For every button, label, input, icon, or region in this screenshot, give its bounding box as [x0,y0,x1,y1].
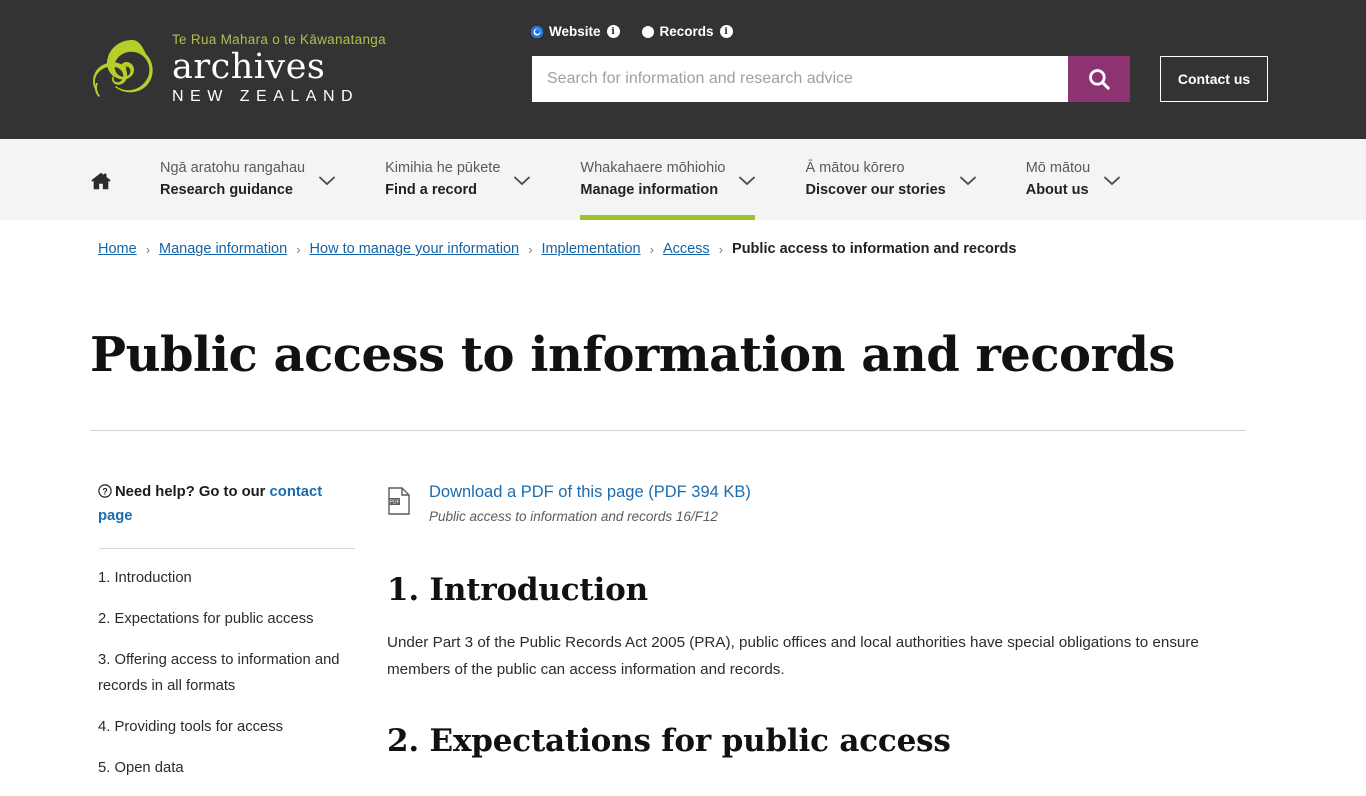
nav-item-1-mi: Kimihia he pūkete [385,160,501,177]
contact-us-button[interactable]: Contact us [1160,56,1268,102]
radio-records[interactable] [641,25,654,38]
search-mode-records-label: Records [659,24,714,39]
page-title: Public access to information and records [90,327,1175,383]
pdf-download-block: PDF Download a PDF of this page (PDF 394… [387,481,1257,526]
breadcrumb-item-access[interactable]: Access [663,241,710,257]
section-heading-introduction: 1. Introduction [387,572,648,609]
nav-item-4-en: About us [1025,181,1089,198]
search-submit-button[interactable] [1068,56,1130,102]
home-icon [91,172,111,189]
nav-item-0-en: Research guidance [160,181,293,198]
search-mode-records[interactable]: Records i [641,24,733,39]
title-divider [90,430,1246,431]
toc-item-2[interactable]: 2. Expectations for public access [98,606,356,632]
nav-item-3-en: Discover our stories [805,181,946,198]
toc-item-3[interactable]: 3. Offering access to information and re… [98,647,356,699]
breadcrumb-item-implementation[interactable]: Implementation [541,241,640,257]
logo-country: NEW ZEALAND [172,87,360,105]
nav-item-3-mi: Ā mātou kōrero [805,160,905,177]
nav-home-link[interactable] [90,139,130,220]
toc-item-4[interactable]: 4. Providing tools for access [98,714,356,740]
search-input[interactable] [532,56,1068,102]
sidebar-divider [99,547,355,549]
sidebar: ? Need help? Go to our contact page 1. I… [98,481,356,796]
logo-wordmark: archives [172,47,326,88]
nav-item-2-mi: Whakahaere mōhiohio [580,160,726,177]
breadcrumb: Home › Manage information › How to manag… [98,241,1016,257]
breadcrumb-item-current: Public access to information and records [732,241,1017,257]
search-mode-group: Website i Records i [531,24,733,39]
main-content: PDF Download a PDF of this page (PDF 394… [387,481,1257,761]
main-navigation: Ngā aratohu rangahau Research guidance K… [0,139,1366,220]
breadcrumb-separator: › [528,241,533,257]
section-heading-expectations: 2. Expectations for public access [387,723,951,760]
question-circle-icon: ? [98,484,112,498]
chevron-down-icon[interactable] [319,176,336,186]
site-header: Te Rua Mahara o te Kāwanatanga archives … [0,0,1366,139]
chevron-down-icon[interactable] [959,176,976,186]
nav-item-research-guidance[interactable]: Ngā aratohu rangahau Research guidance [160,139,355,220]
search-icon [1089,69,1110,90]
need-help-block: ? Need help? Go to our contact page [98,481,356,529]
search-mode-website-label: Website [549,24,601,39]
chevron-down-icon[interactable] [739,176,756,186]
nav-item-about-us[interactable]: Mō mātou About us [1026,139,1140,220]
breadcrumb-item-manage-information[interactable]: Manage information [159,241,287,257]
section-paragraph-introduction: Under Part 3 of the Public Records Act 2… [387,634,1199,679]
breadcrumb-item-how-to-manage-your-information[interactable]: How to manage your information [310,241,520,257]
toc-item-1[interactable]: 1. Introduction [98,565,356,591]
site-logo[interactable]: Te Rua Mahara o te Kāwanatanga archives … [88,30,386,108]
logo-tagline: Te Rua Mahara o te Kāwanatanga [172,32,386,47]
need-help-text: Need help? Go to our [115,484,270,500]
breadcrumb-separator: › [649,241,654,257]
nav-item-find-a-record[interactable]: Kimihia he pūkete Find a record [385,139,550,220]
nav-item-2-en: Manage information [580,181,719,198]
pdf-file-icon: PDF [388,487,410,515]
radio-website[interactable] [531,25,543,38]
pdf-download-link[interactable]: Download a PDF of this page (PDF 394 KB) [429,481,751,503]
nav-item-discover-our-stories[interactable]: Ā mātou kōrero Discover our stories [805,139,995,220]
nav-item-0-mi: Ngā aratohu rangahau [160,160,306,177]
chevron-down-icon[interactable] [1104,176,1121,186]
koru-logo-icon [93,39,153,97]
table-of-contents: 1. Introduction 2. Expectations for publ… [98,565,356,781]
nav-item-manage-information[interactable]: Whakahaere mōhiohio Manage information [580,139,775,220]
pdf-document-reference: Public access to information and records… [429,509,718,525]
svg-text:?: ? [102,486,107,496]
search-mode-website[interactable]: Website i [531,24,620,39]
breadcrumb-separator: › [145,241,151,257]
breadcrumb-item-home[interactable]: Home [98,241,137,257]
chevron-down-icon[interactable] [514,176,531,186]
svg-text:PDF: PDF [390,500,400,506]
breadcrumb-separator: › [296,241,301,257]
nav-item-4-mi: Mō mātou [1025,160,1091,177]
toc-item-5[interactable]: 5. Open data [98,755,356,781]
info-icon-website[interactable]: i [606,25,620,38]
nav-item-1-en: Find a record [385,181,477,198]
search-bar [532,56,1130,102]
breadcrumb-separator: › [718,241,724,257]
info-icon-records[interactable]: i [719,25,733,38]
